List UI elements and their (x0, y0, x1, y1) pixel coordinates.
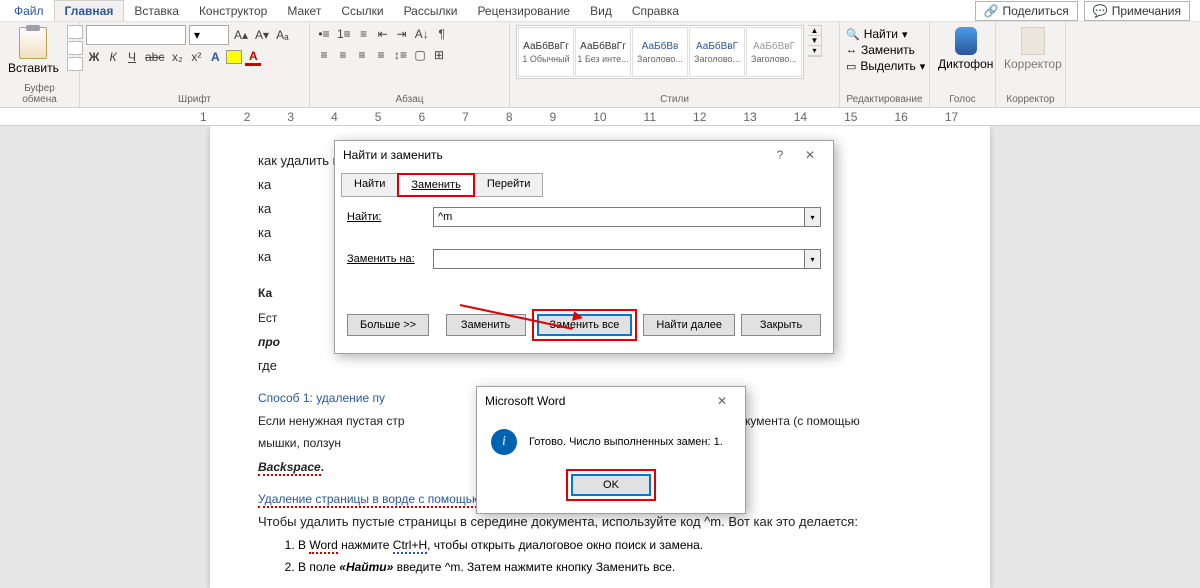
doc-heading-fragment[interactable]: Ка (258, 286, 272, 300)
replace-dropdown[interactable]: ▾ (804, 250, 820, 268)
justify-button[interactable]: ≡ (373, 46, 389, 64)
msg-text: Готово. Число выполненных замен: 1. (529, 436, 723, 448)
shrink-font-button[interactable]: A▾ (253, 26, 271, 44)
mic-icon (955, 27, 977, 55)
find-button[interactable]: 🔍 Найти ▾ (846, 27, 925, 41)
italic-button[interactable]: К (105, 48, 121, 66)
menu-bar: Файл Главная Вставка Конструктор Макет С… (0, 0, 1200, 22)
menu-file[interactable]: Файл (4, 1, 54, 21)
font-color-button[interactable]: A (245, 48, 261, 66)
find-dropdown[interactable]: ▾ (804, 208, 820, 226)
find-input[interactable] (434, 208, 804, 226)
gallery-more[interactable]: ▾ (808, 46, 821, 56)
tab-help[interactable]: Справка (622, 1, 689, 21)
replace-button[interactable]: ↔ Заменить (846, 43, 925, 57)
doc-list-item[interactable]: В Word нажмите Ctrl+H, чтобы открыть диа… (298, 535, 900, 557)
bold-button[interactable]: Ж (86, 48, 102, 66)
find-next-button[interactable]: Найти далее (643, 314, 735, 336)
grow-font-button[interactable]: A▴ (232, 26, 250, 44)
subscript-button[interactable]: x₂ (169, 48, 185, 66)
line-spacing-button[interactable]: ↕≡ (392, 46, 409, 64)
ruler[interactable]: 1234567891011121314151617 (0, 108, 1200, 126)
dialog-help-button[interactable]: ? (765, 148, 795, 162)
replace-input[interactable] (434, 250, 804, 268)
sort-button[interactable]: A↓ (413, 25, 431, 43)
font-name-combo[interactable] (86, 25, 186, 45)
close-dialog-button[interactable]: Закрыть (741, 314, 821, 336)
group-clipboard-label: Буфер обмена (6, 81, 73, 107)
style-heading1[interactable]: АаБбВвЗаголово... (632, 27, 688, 77)
share-button[interactable]: 🔗Поделиться (975, 1, 1078, 21)
select-button[interactable]: ▭ Выделить ▾ (846, 59, 925, 73)
gallery-up[interactable]: ▲ (808, 26, 821, 36)
corrector-icon (1021, 27, 1045, 55)
find-replace-dialog: Найти и заменить ? ✕ Найти Заменить Пере… (334, 140, 834, 354)
info-icon: i (491, 429, 517, 455)
tab-references[interactable]: Ссылки (331, 1, 393, 21)
paste-button[interactable]: Вставить (6, 25, 61, 77)
group-corrector-label: Корректор (1002, 92, 1059, 107)
more-button[interactable]: Больше >> (347, 314, 429, 336)
align-center-button[interactable]: ≡ (335, 46, 351, 64)
dialog-title: Найти и заменить (343, 148, 443, 162)
comments-button[interactable]: 💬Примечания (1084, 1, 1190, 21)
group-paragraph-label: Абзац (316, 92, 503, 107)
dialog-close-button[interactable]: ✕ (795, 148, 825, 162)
tab-design[interactable]: Конструктор (189, 1, 277, 21)
tab-goto[interactable]: Перейти (474, 173, 544, 197)
style-heading2[interactable]: АаБбВвГЗаголово... (689, 27, 745, 77)
msg-ok-button[interactable]: OK (571, 474, 651, 496)
bullets-button[interactable]: •≡ (316, 25, 332, 43)
tab-find[interactable]: Найти (341, 173, 398, 197)
shading-button[interactable]: ▢ (412, 46, 428, 64)
styles-gallery[interactable]: АаБбВвГг1 Обычный АаБбВвГг1 Без инте... … (516, 25, 804, 79)
style-heading3[interactable]: АаБбВвГЗаголово... (746, 27, 802, 77)
highlight-button[interactable] (226, 50, 242, 64)
replace-label: Заменить на: (347, 253, 425, 265)
indent-right-button[interactable]: ⇥ (394, 25, 410, 43)
group-font-label: Шрифт (86, 92, 303, 107)
numbering-button[interactable]: 1≡ (335, 25, 353, 43)
corrector-button[interactable]: Корректор (1002, 25, 1064, 73)
tab-review[interactable]: Рецензирование (467, 1, 580, 21)
style-no-spacing[interactable]: АаБбВвГг1 Без инте... (575, 27, 631, 77)
show-marks-button[interactable]: ¶ (434, 25, 450, 43)
doc-paragraph[interactable]: где (258, 355, 900, 377)
align-left-button[interactable]: ≡ (316, 46, 332, 64)
font-size-combo[interactable]: ▾ (189, 25, 229, 45)
gallery-down[interactable]: ▼ (808, 36, 821, 46)
replace-one-button[interactable]: Заменить (446, 314, 526, 336)
clear-format-button[interactable]: Aₐ (274, 26, 290, 44)
find-label: Найти: (347, 211, 425, 223)
tab-home[interactable]: Главная (54, 0, 125, 21)
style-normal[interactable]: АаБбВвГг1 Обычный (518, 27, 574, 77)
underline-button[interactable]: Ч (124, 48, 140, 66)
text-effects-button[interactable]: A (207, 48, 223, 66)
tab-view[interactable]: Вид (580, 1, 622, 21)
superscript-button[interactable]: x² (188, 48, 204, 66)
borders-button[interactable]: ⊞ (431, 46, 447, 64)
doc-list-item[interactable]: В поле «Найти» введите ^m. Затем нажмите… (298, 557, 900, 579)
tab-layout[interactable]: Макет (277, 1, 331, 21)
tab-mailings[interactable]: Рассылки (394, 1, 468, 21)
align-right-button[interactable]: ≡ (354, 46, 370, 64)
multilevel-button[interactable]: ≡ (356, 25, 372, 43)
group-editing-label: Редактирование (846, 92, 923, 107)
message-dialog: Microsoft Word ✕ i Готово. Число выполне… (476, 386, 746, 514)
dictate-button[interactable]: Диктофон (936, 25, 995, 73)
msg-title: Microsoft Word (485, 394, 565, 408)
replace-all-button[interactable]: Заменить все (537, 314, 633, 336)
group-styles-label: Стили (516, 92, 833, 107)
doc-paragraph[interactable]: Чтобы удалить пустые страницы в середине… (258, 511, 900, 533)
msg-close-button[interactable]: ✕ (707, 394, 737, 408)
indent-left-button[interactable]: ⇤ (375, 25, 391, 43)
tab-replace[interactable]: Заменить (397, 173, 474, 197)
ribbon: Вставить Буфер обмена ▾ A▴ A▾ Aₐ Ж К Ч (0, 22, 1200, 108)
tab-insert[interactable]: Вставка (124, 1, 189, 21)
paste-icon (19, 27, 47, 59)
group-voice-label: Голос (936, 92, 989, 107)
strike-button[interactable]: abc (143, 48, 166, 66)
